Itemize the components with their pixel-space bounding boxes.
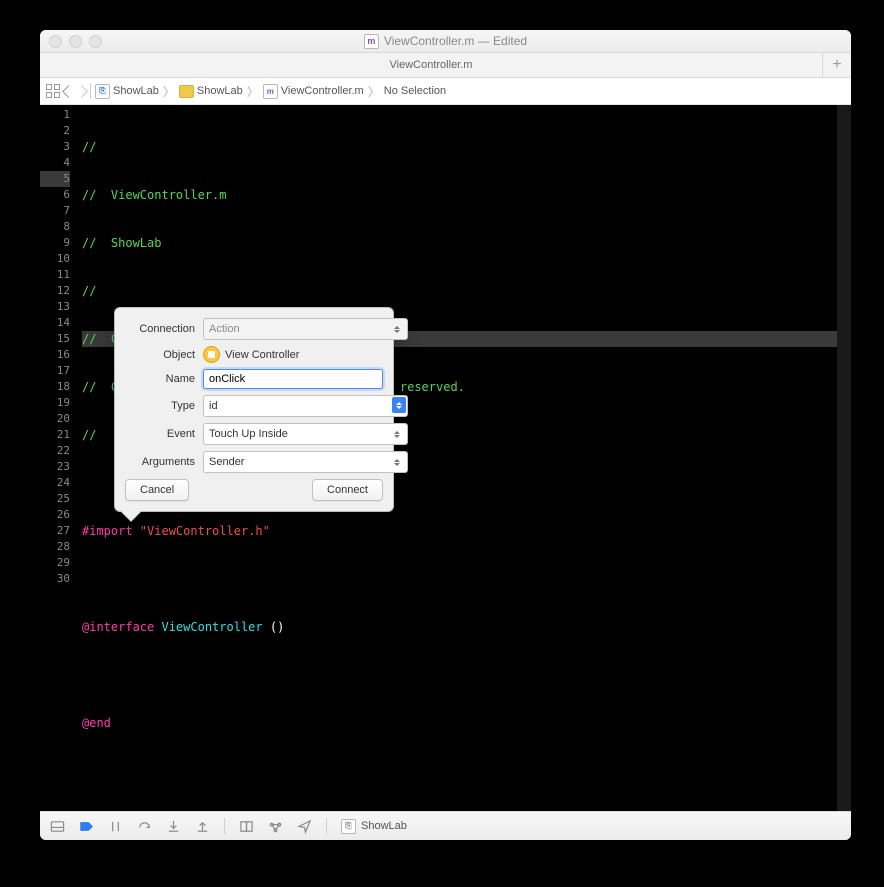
cancel-button[interactable]: Cancel (125, 479, 189, 501)
view-debug-icon[interactable] (239, 819, 254, 834)
jump-file[interactable]: m ViewController.m (263, 84, 364, 99)
jump-selection[interactable]: No Selection (384, 85, 446, 97)
close-button[interactable] (49, 35, 62, 48)
tabbar: ViewController.m + (40, 53, 851, 78)
type-label: Type (125, 400, 195, 412)
name-input[interactable] (203, 369, 383, 389)
viewcontroller-icon (203, 346, 220, 363)
window-title: m ViewController.m — Edited (40, 34, 851, 49)
jump-bar-sep (90, 83, 91, 99)
debug-bar: ⎘ ShowLab (40, 811, 851, 840)
folder-icon (179, 85, 194, 98)
jump-project-label: ShowLab (113, 85, 159, 97)
scheme-icon: ⎘ (341, 819, 356, 834)
event-select[interactable]: Touch Up Inside (203, 423, 408, 445)
file-m-icon: m (364, 34, 379, 49)
related-items-icon[interactable] (46, 84, 60, 98)
connect-button[interactable]: Connect (312, 479, 383, 501)
name-label: Name (125, 373, 195, 385)
jump-bar: ⎘ ShowLab 〉 ShowLab 〉 m ViewController.m… (40, 78, 851, 105)
line-number-gutter: 1234 5678 9101112 13141516 17181920 2122… (40, 105, 76, 811)
object-value: View Controller (203, 346, 383, 363)
window-title-text: ViewController.m — Edited (384, 34, 527, 48)
step-out-icon[interactable] (195, 819, 210, 834)
step-over-icon[interactable] (137, 819, 152, 834)
xcode-window: m ViewController.m — Edited ViewControll… (40, 30, 851, 840)
hide-debug-icon[interactable] (50, 819, 65, 834)
chevron-right-icon: 〉 (247, 83, 259, 100)
connection-label: Connection (125, 323, 195, 335)
breakpoints-icon[interactable] (79, 819, 94, 834)
jump-file-label: ViewController.m (281, 85, 364, 97)
chevron-right-icon: 〉 (368, 83, 380, 100)
jump-project[interactable]: ⎘ ShowLab (95, 84, 159, 99)
minimize-button[interactable] (69, 35, 82, 48)
jump-folder[interactable]: ShowLab (179, 85, 243, 98)
step-into-icon[interactable] (166, 819, 181, 834)
chevron-right-icon: 〉 (163, 83, 175, 100)
scheme-picker[interactable]: ⎘ ShowLab (341, 819, 407, 834)
type-select[interactable]: id (203, 395, 408, 417)
titlebar: m ViewController.m — Edited (40, 30, 851, 53)
event-label: Event (125, 428, 195, 440)
window-controls (49, 35, 102, 48)
arguments-select[interactable]: Sender (203, 451, 408, 473)
connection-select[interactable]: Action (203, 318, 408, 340)
jump-selection-label: No Selection (384, 85, 446, 97)
tab-viewcontroller[interactable]: ViewController.m (40, 53, 823, 77)
jump-folder-label: ShowLab (197, 85, 243, 97)
debug-sep (326, 818, 327, 834)
arguments-label: Arguments (125, 456, 195, 468)
project-icon: ⎘ (95, 84, 110, 99)
zoom-button[interactable] (89, 35, 102, 48)
scrollbar[interactable] (837, 105, 851, 811)
pause-icon[interactable] (108, 819, 123, 834)
memory-graph-icon[interactable] (268, 819, 283, 834)
file-m-icon: m (263, 84, 278, 99)
debug-sep (224, 818, 225, 834)
tab-label: ViewController.m (390, 59, 473, 71)
scheme-label: ShowLab (361, 820, 407, 832)
connection-popover: Connection Action Object View Controller… (114, 307, 394, 512)
nav-back-button[interactable] (64, 87, 73, 96)
nav-forward-button[interactable] (77, 87, 86, 96)
object-label: Object (125, 349, 195, 361)
add-tab-button[interactable]: + (823, 53, 851, 77)
location-icon[interactable] (297, 819, 312, 834)
